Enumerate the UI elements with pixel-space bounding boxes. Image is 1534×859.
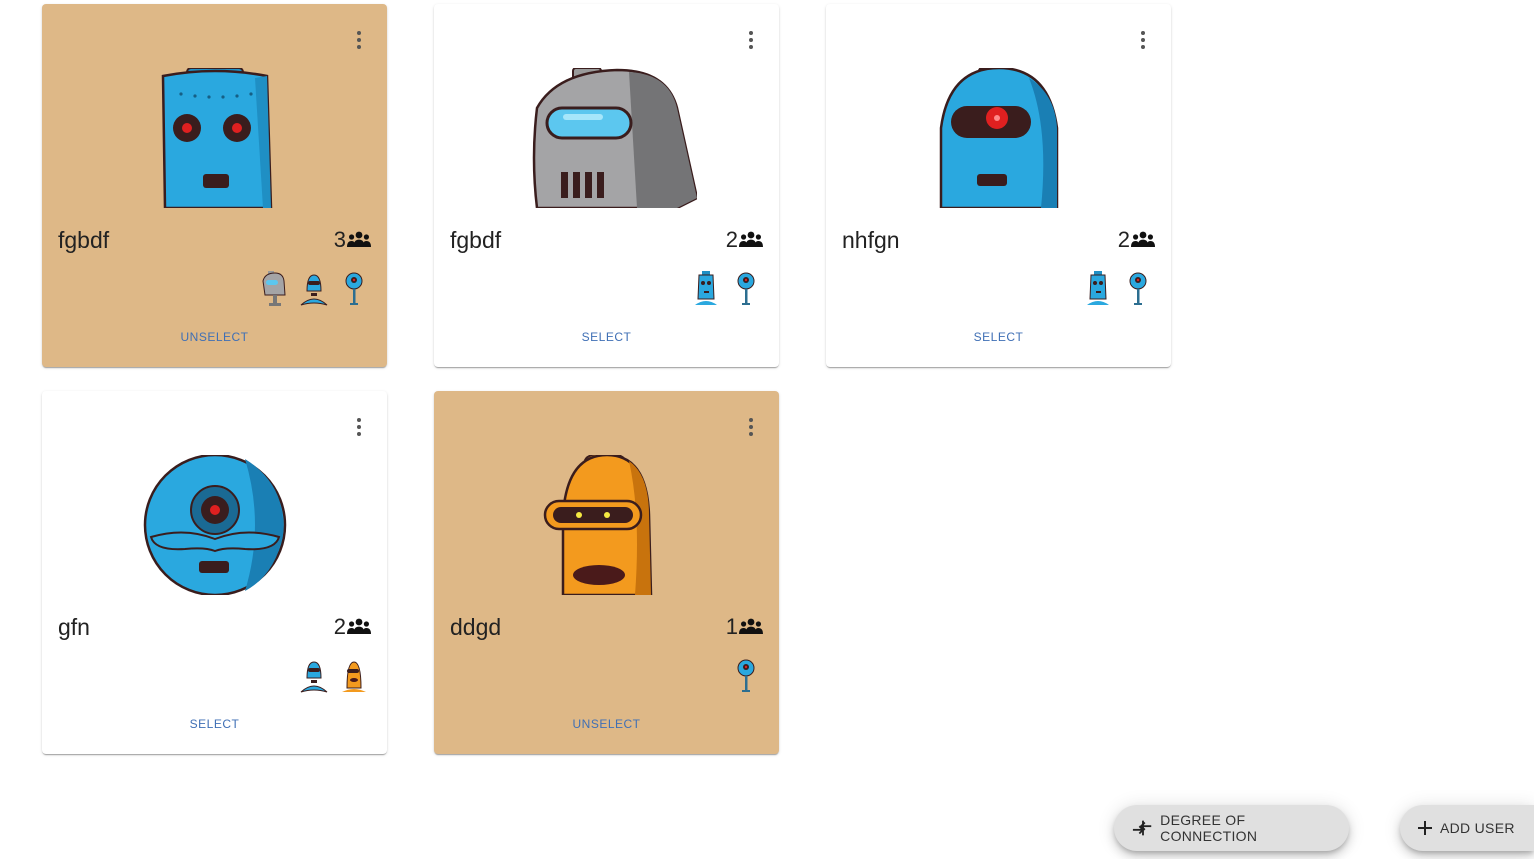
- group-icon: [347, 231, 371, 249]
- orange-robot-mini-avatar[interactable]: [339, 658, 369, 694]
- connection-count-value: 3: [333, 227, 346, 252]
- unselect-button[interactable]: UNSELECT: [434, 717, 779, 731]
- user-card: nhfgn 2 SELECT: [826, 4, 1171, 367]
- more-options-icon[interactable]: [347, 409, 371, 445]
- blue-robot-mini-avatar[interactable]: [299, 271, 329, 307]
- user-name: nhfgn: [842, 227, 900, 253]
- select-button[interactable]: SELECT: [434, 330, 779, 344]
- user-card: ddgd 1 UNSELECT: [434, 391, 779, 754]
- connections-list: [691, 269, 761, 309]
- blue-round-robot-avatar: [125, 455, 305, 595]
- connection-count-value: 1: [725, 614, 738, 639]
- user-name: ddgd: [450, 614, 502, 640]
- blue-pin-robot-mini-avatar[interactable]: [731, 271, 761, 307]
- user-card: fgbdf 2 SELECT: [434, 4, 779, 367]
- connection-count: 2: [726, 227, 763, 253]
- more-options-icon[interactable]: [739, 22, 763, 58]
- orange-robot-avatar: [517, 455, 697, 595]
- group-icon: [1131, 231, 1155, 249]
- select-button[interactable]: SELECT: [826, 330, 1171, 344]
- connection-count-value: 2: [333, 614, 346, 639]
- connections-list: [1083, 269, 1153, 309]
- blue-pin-robot-mini-avatar[interactable]: [339, 271, 369, 307]
- compare-arrows-icon: [1132, 820, 1152, 836]
- select-button[interactable]: SELECT: [42, 717, 387, 731]
- blue-pin-robot-mini-avatar[interactable]: [1123, 271, 1153, 307]
- unselect-button[interactable]: UNSELECT: [42, 330, 387, 344]
- degree-of-connection-label: DEGREE OF CONNECTION: [1160, 812, 1258, 844]
- user-name: fgbdf: [58, 227, 110, 253]
- blue-pin-robot-mini-avatar[interactable]: [731, 658, 761, 694]
- more-options-icon[interactable]: [1131, 22, 1155, 58]
- blue-cyclops-robot-avatar: [909, 68, 1089, 208]
- degree-of-connection-button[interactable]: DEGREE OF CONNECTION: [1114, 805, 1349, 851]
- blue-boxy-robot-mini-avatar[interactable]: [1083, 271, 1113, 307]
- connection-count-value: 2: [725, 227, 738, 252]
- connection-count-value: 2: [1117, 227, 1130, 252]
- group-icon: [347, 618, 371, 636]
- blue-robot-mini-avatar[interactable]: [299, 658, 329, 694]
- connection-count: 3: [334, 227, 371, 253]
- connections-list: [731, 656, 761, 696]
- more-options-icon[interactable]: [739, 409, 763, 445]
- user-card: fgbdf 3 UNSELECT: [42, 4, 387, 367]
- connection-count: 2: [1118, 227, 1155, 253]
- more-options-icon[interactable]: [347, 22, 371, 58]
- connections-list: [299, 656, 369, 696]
- user-name: gfn: [58, 614, 90, 640]
- connections-list: [259, 269, 369, 309]
- connection-count: 1: [726, 614, 763, 640]
- gray-helmet-robot-avatar: [517, 68, 697, 208]
- blue-boxy-robot-avatar: [125, 68, 305, 208]
- blue-boxy-robot-mini-avatar[interactable]: [691, 271, 721, 307]
- connection-count: 2: [334, 614, 371, 640]
- gray-robot-mini-avatar[interactable]: [259, 271, 289, 307]
- add-user-button[interactable]: ADD USER: [1400, 805, 1534, 851]
- add-user-label: ADD USER: [1440, 820, 1515, 836]
- user-card: gfn 2 SELECT: [42, 391, 387, 754]
- group-icon: [739, 618, 763, 636]
- user-name: fgbdf: [450, 227, 502, 253]
- plus-icon: [1418, 821, 1432, 835]
- group-icon: [739, 231, 763, 249]
